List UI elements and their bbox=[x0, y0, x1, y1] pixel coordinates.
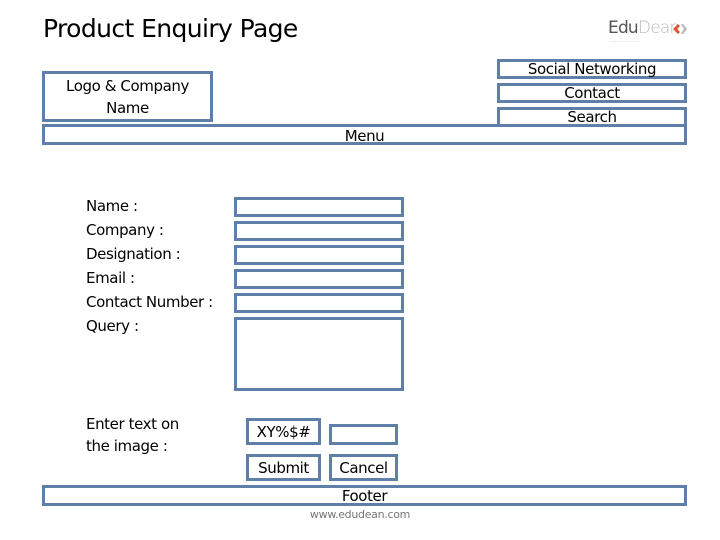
name-input[interactable] bbox=[237, 201, 401, 216]
query-field-wrapper bbox=[234, 317, 404, 391]
submit-button[interactable]: Submit bbox=[246, 454, 321, 481]
brand-name-edu: Edu bbox=[608, 18, 639, 38]
footer-bar: Footer bbox=[42, 485, 687, 506]
query-textarea[interactable] bbox=[237, 320, 401, 388]
query-label: Query : bbox=[86, 317, 139, 335]
company-field-wrapper bbox=[234, 221, 404, 241]
name-field-wrapper bbox=[234, 197, 404, 217]
email-field-wrapper bbox=[234, 269, 404, 289]
logo-box-line1: Logo & Company bbox=[66, 76, 189, 95]
email-label: Email : bbox=[86, 269, 135, 287]
company-label: Company : bbox=[86, 221, 164, 239]
contact-number-label: Contact Number : bbox=[86, 293, 213, 311]
email-input[interactable] bbox=[237, 273, 401, 288]
captcha-image: XY%$# bbox=[246, 418, 321, 445]
captcha-input-wrapper bbox=[329, 424, 398, 445]
name-label: Name : bbox=[86, 197, 138, 215]
brand-tagline: __________________ bbox=[610, 38, 641, 42]
logo-company-box[interactable]: Logo & Company Name bbox=[42, 71, 213, 122]
captcha-input[interactable] bbox=[332, 428, 395, 443]
company-input[interactable] bbox=[237, 225, 401, 240]
contact-number-input[interactable] bbox=[237, 297, 401, 312]
edudean-logo-icon bbox=[673, 24, 687, 34]
menu-bar[interactable]: Menu bbox=[42, 124, 687, 145]
designation-input[interactable] bbox=[237, 249, 401, 264]
page-title: Product Enquiry Page bbox=[43, 14, 298, 43]
captcha-label-line1: Enter text on bbox=[86, 415, 179, 433]
contact-link[interactable]: Contact bbox=[497, 83, 687, 103]
captcha-label: Enter text on the image : bbox=[86, 413, 179, 457]
menu-label: Menu bbox=[344, 126, 385, 145]
brand-logo: EduDean __________________ bbox=[608, 18, 692, 44]
designation-label: Designation : bbox=[86, 245, 181, 263]
social-networking-link[interactable]: Social Networking bbox=[497, 59, 687, 79]
footer-label: Footer bbox=[341, 487, 388, 505]
designation-field-wrapper bbox=[234, 245, 404, 265]
captcha-label-line2: the image : bbox=[86, 437, 168, 455]
contact-number-field-wrapper bbox=[234, 293, 404, 313]
site-url[interactable]: www.edudean.com bbox=[0, 508, 720, 521]
logo-box-line2: Name bbox=[106, 98, 149, 117]
cancel-button[interactable]: Cancel bbox=[329, 454, 398, 481]
